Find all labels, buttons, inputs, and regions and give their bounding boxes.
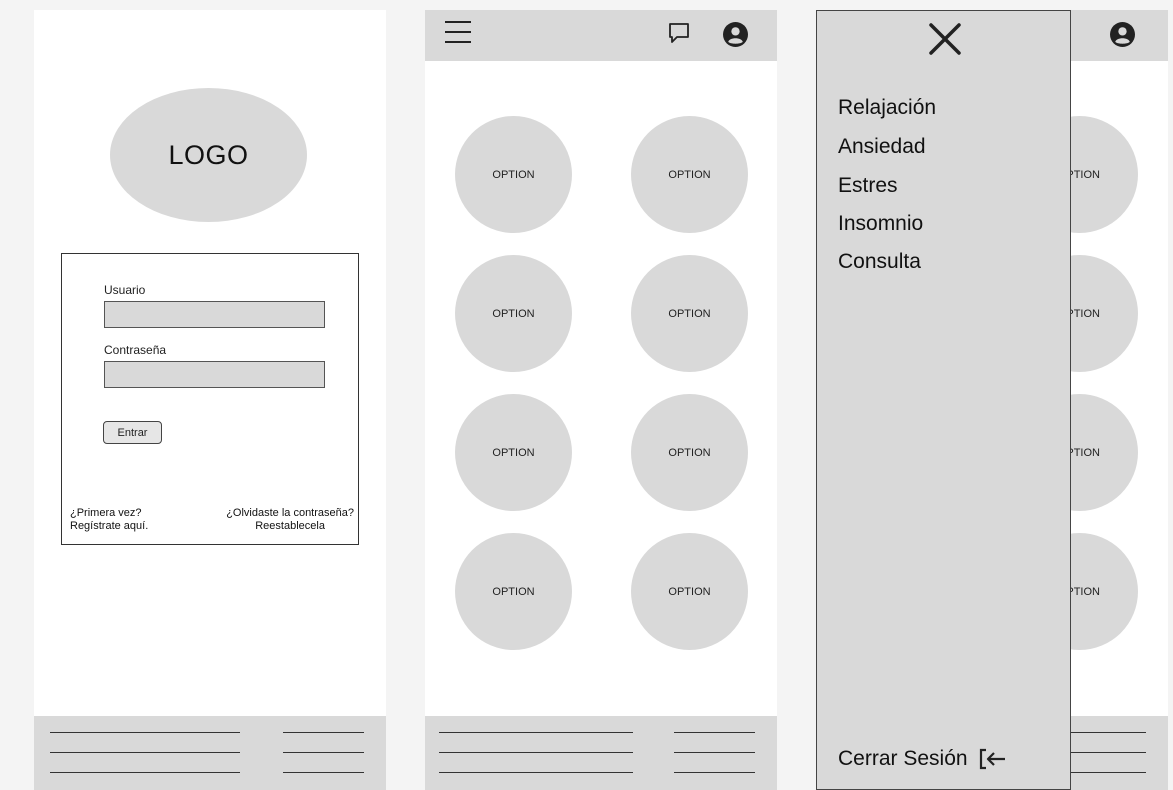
option-button[interactable]: OPTION <box>455 116 572 233</box>
register-link[interactable]: ¿Primera vez? Regístrate aquí. <box>70 507 148 533</box>
username-label: Usuario <box>104 283 146 297</box>
option-label: PTION <box>1066 168 1100 181</box>
footer-line <box>283 772 364 773</box>
option-label: PTION <box>1066 585 1100 598</box>
enter-button[interactable]: Entrar <box>103 421 162 444</box>
forgot-line-2: Reestablecela <box>255 520 325 532</box>
hamburger-icon[interactable] <box>445 20 471 45</box>
option-button[interactable]: OPTION <box>631 255 748 372</box>
chat-icon[interactable] <box>668 22 690 44</box>
footer-bar <box>425 716 777 790</box>
user-icon[interactable] <box>723 22 748 47</box>
password-label: Contraseña <box>104 343 167 357</box>
user-icon[interactable] <box>1110 22 1135 47</box>
footer-bar <box>34 716 386 790</box>
footer-line <box>283 752 364 753</box>
footer-line <box>674 772 755 773</box>
option-button[interactable]: OPTION <box>455 533 572 650</box>
logo-text: LOGO <box>168 139 249 170</box>
footer-line <box>439 732 633 733</box>
option-button[interactable]: OPTION <box>455 394 572 511</box>
footer-line <box>1065 772 1146 773</box>
logout-label: Cerrar Sesión <box>838 747 968 770</box>
option-button[interactable]: OPTION <box>631 116 748 233</box>
option-button[interactable]: OPTION <box>631 394 748 511</box>
menu-item-ansiedad[interactable]: Ansiedad <box>838 135 926 159</box>
option-label: PTION <box>1066 307 1100 320</box>
option-label: PTION <box>1066 446 1100 459</box>
register-line-2: Regístrate aquí. <box>70 520 149 532</box>
logout-button[interactable]: Cerrar Sesión <box>838 747 1008 771</box>
login-screen: LOGO Usuario Contraseña Entrar ¿Primera … <box>34 10 386 790</box>
option-button[interactable]: OPTION <box>631 533 748 650</box>
footer-line <box>439 752 633 753</box>
menu-screen: PTION PTION PTION PTION Relajación Ansie… <box>816 10 1168 790</box>
forgot-line-1: ¿Olvidaste la contraseña? <box>226 507 354 519</box>
side-menu-drawer: Relajación Ansiedad Estres Insomnio Cons… <box>816 10 1071 790</box>
login-form: Usuario Contraseña Entrar ¿Primera vez? … <box>61 253 359 545</box>
footer-line <box>283 732 364 733</box>
password-input[interactable] <box>104 361 325 388</box>
footer-line <box>674 752 755 753</box>
menu-item-insomnio[interactable]: Insomnio <box>838 212 923 236</box>
footer-line <box>674 732 755 733</box>
forgot-password-link[interactable]: ¿Olvidaste la contraseña? Reestablecela <box>226 507 354 533</box>
footer-line <box>50 772 240 773</box>
menu-item-consulta[interactable]: Consulta <box>838 250 921 274</box>
footer-line <box>1065 752 1146 753</box>
top-bar <box>425 10 777 61</box>
footer-line <box>1065 732 1146 733</box>
home-screen: OPTION OPTION OPTION OPTION OPTION OPTIO… <box>425 10 777 790</box>
footer-line <box>439 772 633 773</box>
username-input[interactable] <box>104 301 325 328</box>
menu-item-estres[interactable]: Estres <box>838 174 898 198</box>
logo: LOGO <box>110 88 307 222</box>
logout-icon <box>979 748 1005 770</box>
close-icon[interactable] <box>925 19 965 59</box>
menu-item-relajacion[interactable]: Relajación <box>838 96 936 120</box>
register-line-1: ¿Primera vez? <box>70 507 142 519</box>
footer-line <box>50 752 240 753</box>
footer-line <box>50 732 240 733</box>
option-button[interactable]: OPTION <box>455 255 572 372</box>
